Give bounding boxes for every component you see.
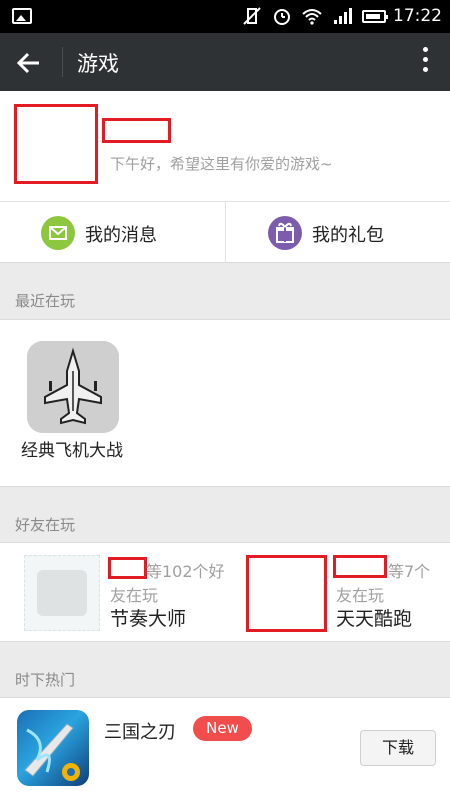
download-button[interactable]: 下载 <box>360 730 436 766</box>
gift-icon <box>268 216 302 250</box>
envelope-icon <box>41 216 75 250</box>
friend-count-text: 等7个 <box>388 562 431 581</box>
greeting-text: 下午好，希望这里有你爱的游戏~ <box>110 155 333 173</box>
my-gifts-button[interactable]: 我的礼包 <box>225 202 449 263</box>
friend-playing-text: 友在玩 <box>110 586 159 605</box>
more-menu-icon[interactable] <box>422 47 430 77</box>
action-row: 我的消息 我的礼包 <box>0 201 450 263</box>
plane-game-icon[interactable] <box>27 341 119 433</box>
wifi-icon <box>302 9 322 25</box>
image-notification-icon <box>12 8 32 24</box>
username-redacted <box>102 118 171 143</box>
battery-icon <box>362 9 388 23</box>
hot-section-header: 时下热门 <box>0 642 450 698</box>
game-icon-redacted[interactable] <box>246 555 327 632</box>
hot-games: 三国之刃 New 下载 <box>0 697 450 800</box>
friend-name-redacted <box>108 557 147 579</box>
signal-icon <box>334 8 352 24</box>
rhythm-master-icon[interactable] <box>24 555 100 631</box>
my-gifts-label: 我的礼包 <box>312 225 384 246</box>
recent-section-header: 最近在玩 <box>0 263 450 319</box>
friend-count-text: 等102个好 <box>146 562 225 581</box>
title-bar: 游戏 <box>0 33 450 91</box>
sanguo-blade-icon[interactable] <box>17 710 89 786</box>
friends-section-header: 好友在玩 <box>0 487 450 543</box>
hot-game-name[interactable]: 三国之刃 <box>104 718 176 744</box>
vibrate-off-icon <box>243 7 261 25</box>
status-bar: 17:22 <box>0 0 450 33</box>
friend-name-redacted <box>333 555 387 578</box>
profile-header: 下午好，希望这里有你爱的游戏~ <box>0 91 450 201</box>
recent-header-label: 最近在玩 <box>15 292 76 310</box>
avatar-redacted[interactable] <box>14 104 98 184</box>
hot-header-label: 时下热门 <box>15 671 76 689</box>
friend-playing-text: 友在玩 <box>336 586 385 605</box>
title-divider <box>62 47 63 77</box>
page-title: 游戏 <box>77 52 119 76</box>
back-arrow-icon[interactable] <box>14 48 44 78</box>
status-time: 17:22 <box>393 6 442 26</box>
friends-header-label: 好友在玩 <box>15 516 76 534</box>
recent-games: 经典飞机大战 <box>0 319 450 487</box>
my-messages-label: 我的消息 <box>85 225 157 246</box>
my-messages-button[interactable]: 我的消息 <box>0 202 224 263</box>
new-badge: New <box>193 716 252 741</box>
friends-games: 等102个好 友在玩 节奏大师 等7个 友在玩 天天酷跑 <box>0 542 450 642</box>
friend-game-name[interactable]: 天天酷跑 <box>336 604 412 631</box>
friend-game-name[interactable]: 节奏大师 <box>110 604 186 631</box>
alarm-icon <box>274 9 290 25</box>
recent-game-name[interactable]: 经典飞机大战 <box>21 436 123 461</box>
